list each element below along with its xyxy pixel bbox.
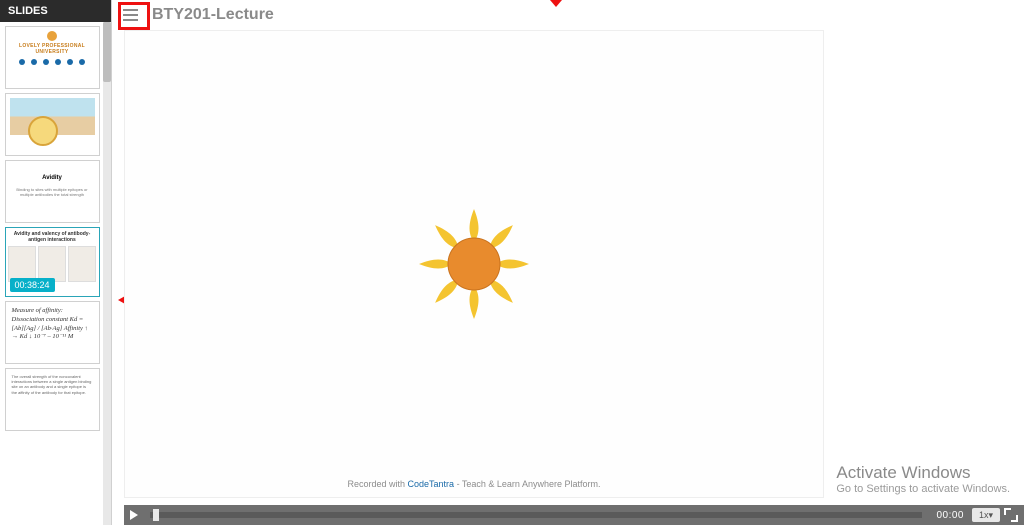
player-bar: 00:00 1x▾ — [124, 505, 1024, 525]
watermark-line1: Activate Windows — [836, 463, 1010, 483]
slide-thumb-4[interactable]: Avidity and valency of antibody-antigen … — [5, 227, 100, 297]
slide-thumb-5-text: Measure of affinity: Dissociation consta… — [6, 302, 99, 347]
chevron-down-icon: ▾ — [988, 510, 993, 521]
footer-brand: CodeTantra — [408, 479, 455, 489]
slide-thumb-5[interactable]: Measure of affinity: Dissociation consta… — [5, 301, 100, 364]
slide-thumb-4-graphic — [6, 246, 99, 282]
slide-thumb-2[interactable] — [5, 93, 100, 156]
slide-thumb-1-title: LOVELY PROFESSIONAL UNIVERSITY — [6, 43, 99, 55]
speed-label: 1x — [979, 510, 989, 520]
page-title: BTY201-Lecture — [152, 6, 274, 24]
annotation-menu-highlight — [118, 2, 150, 30]
topbar: BTY201-Lecture — [112, 0, 1024, 30]
time-display: 00:00 — [936, 510, 964, 521]
canvas-footer: Recorded with CodeTantra - Teach & Learn… — [125, 479, 823, 489]
slide-thumb-3-body: Binding to sites with multiple epitopes … — [6, 187, 99, 197]
sidebar-header: SLIDES — [0, 0, 111, 22]
slide-thumb-1[interactable]: LOVELY PROFESSIONAL UNIVERSITY — [5, 26, 100, 89]
slide-thumb-1-graphic — [6, 55, 99, 69]
seek-thumb[interactable] — [153, 509, 159, 521]
seek-track[interactable] — [150, 512, 922, 518]
thumbs-scrollbar-thumb[interactable] — [103, 22, 111, 82]
footer-prefix: Recorded with — [348, 479, 408, 489]
slide-thumb-6-text: The overall strength of the noncovalent … — [6, 369, 99, 400]
slide-thumb-3-title: Avidity — [6, 175, 99, 181]
university-logo-icon — [47, 31, 57, 41]
footer-suffix: - Teach & Learn Anywhere Platform. — [454, 479, 600, 489]
thumbs-scrollbar[interactable] — [103, 22, 111, 525]
slide-timestamp-badge: 00:38:24 — [10, 278, 55, 292]
play-button[interactable] — [124, 505, 144, 525]
slides-sidebar: SLIDES LOVELY PROFESSIONAL UNIVERSITY Av… — [0, 0, 112, 525]
slide-canvas: Recorded with CodeTantra - Teach & Learn… — [124, 30, 824, 498]
sun-icon — [414, 204, 534, 324]
speed-selector[interactable]: 1x▾ — [972, 508, 1000, 522]
thumbs-viewport: LOVELY PROFESSIONAL UNIVERSITY Avidity B… — [0, 22, 111, 525]
watermark-line2: Go to Settings to activate Windows. — [836, 483, 1010, 495]
play-icon — [130, 510, 138, 520]
slide-thumb-2-graphic — [10, 98, 95, 151]
windows-watermark: Activate Windows Go to Settings to activ… — [836, 463, 1010, 495]
thumbs-list: LOVELY PROFESSIONAL UNIVERSITY Avidity B… — [3, 22, 101, 525]
recording-indicator-icon — [550, 0, 562, 7]
fullscreen-button[interactable] — [1004, 508, 1018, 522]
slide-thumb-3[interactable]: Avidity Binding to sites with multiple e… — [5, 160, 100, 223]
slide-thumb-6[interactable]: The overall strength of the noncovalent … — [5, 368, 100, 431]
slide-thumb-4-title: Avidity and valency of antibody-antigen … — [6, 231, 99, 243]
